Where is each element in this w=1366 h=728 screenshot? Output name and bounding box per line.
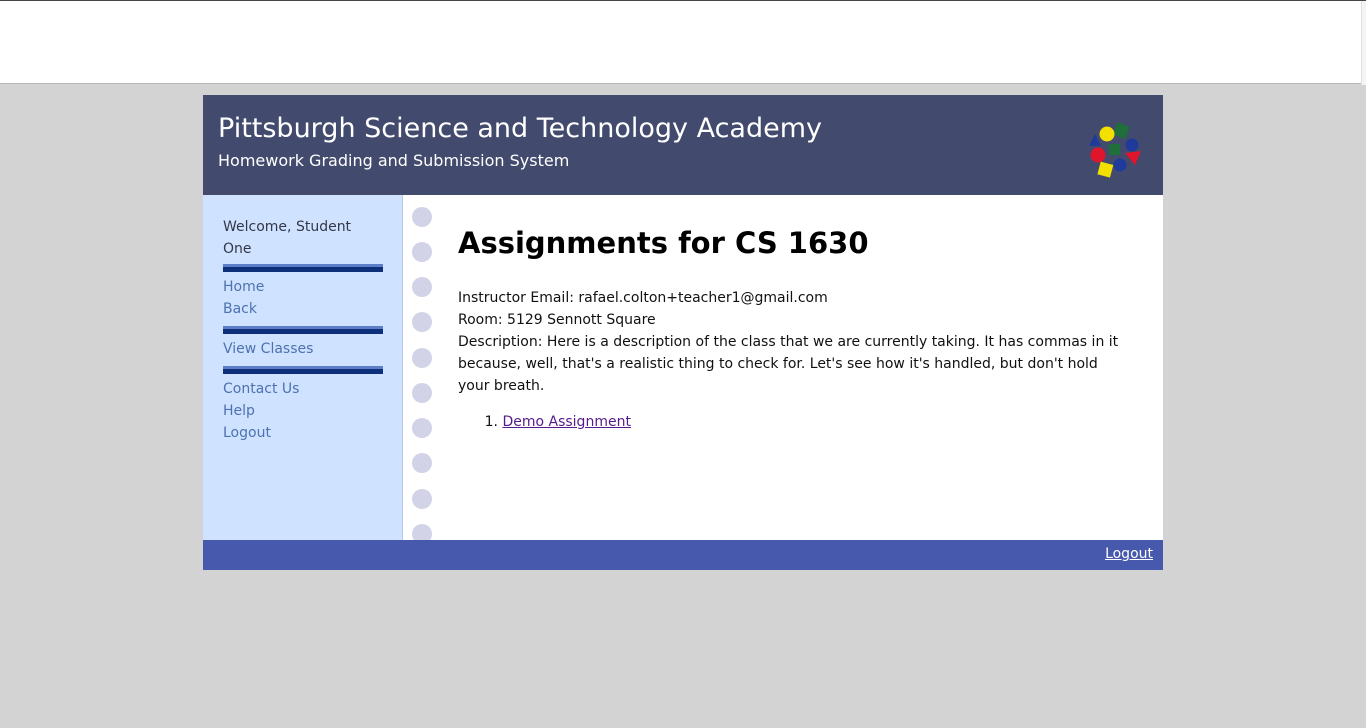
site-header: Pittsburgh Science and Technology Academ…	[203, 95, 1163, 195]
binding-dot	[412, 348, 432, 368]
sidebar: Welcome, Student One Home Back View Clas…	[203, 195, 403, 540]
welcome-message: Welcome, Student One	[223, 219, 352, 257]
sidebar-link-help[interactable]: Help	[223, 403, 255, 419]
room-info: Room: 5129 Sennott Square	[458, 312, 656, 328]
instructor-email: Instructor Email: rafael.colton+teacher1…	[458, 290, 828, 306]
class-description: Description: Here is a description of th…	[458, 334, 1119, 394]
binding-dot	[412, 207, 432, 227]
footer-logout-link[interactable]: Logout	[1105, 546, 1153, 562]
binding-dot	[412, 524, 432, 540]
assignment-list: 1. Demo Assignment	[458, 414, 631, 430]
window-edge	[1361, 1, 1366, 85]
browser-top-bar	[0, 0, 1366, 85]
sidebar-divider	[223, 366, 383, 374]
binding-dot	[412, 489, 432, 509]
sidebar-divider	[223, 326, 383, 334]
assignment-link-demo[interactable]: Demo Assignment	[502, 414, 630, 430]
sidebar-link-view-classes[interactable]: View Classes	[223, 341, 313, 357]
sidebar-link-contact-us[interactable]: Contact Us	[223, 381, 299, 397]
sidebar-link-back[interactable]: Back	[223, 301, 257, 317]
list-item-number: 1.	[484, 414, 498, 430]
list-item: 1. Demo Assignment	[458, 414, 631, 430]
binding-dot	[412, 453, 432, 473]
binding-dot	[412, 242, 432, 262]
site-subtitle: Homework Grading and Submission System	[218, 151, 570, 170]
sidebar-link-home[interactable]: Home	[223, 279, 264, 295]
binding-dot	[412, 277, 432, 297]
binding-dot	[412, 383, 432, 403]
notebook-binding-dots	[403, 195, 441, 540]
main-content: Assignments for CS 1630 Instructor Email…	[441, 195, 1163, 540]
site-footer: Logout	[203, 540, 1163, 570]
sidebar-link-logout[interactable]: Logout	[223, 425, 271, 441]
sidebar-divider	[223, 264, 383, 272]
page-container: Pittsburgh Science and Technology Academ…	[203, 95, 1163, 570]
page-title: Assignments for CS 1630	[458, 226, 869, 260]
colored-shapes-logo-icon	[1089, 122, 1141, 178]
binding-dot	[412, 418, 432, 438]
site-title: Pittsburgh Science and Technology Academ…	[218, 113, 823, 144]
binding-dot	[412, 312, 432, 332]
class-info: Instructor Email: rafael.colton+teacher1…	[458, 287, 1123, 397]
